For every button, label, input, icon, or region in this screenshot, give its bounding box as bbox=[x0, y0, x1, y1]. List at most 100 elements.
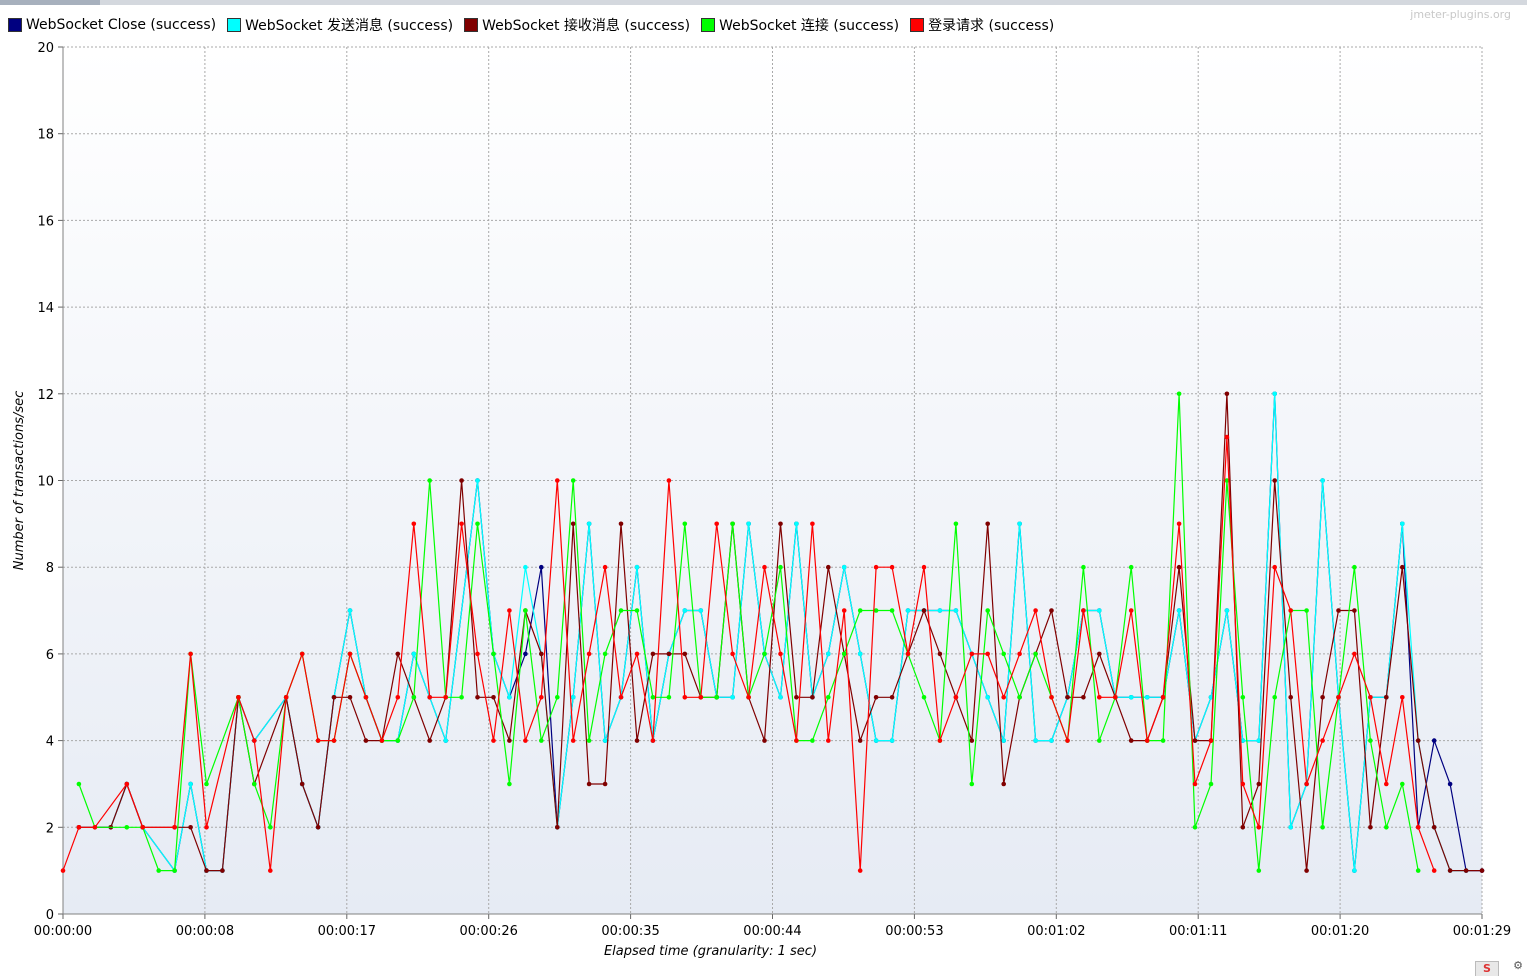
data-point bbox=[810, 521, 815, 527]
data-point bbox=[746, 521, 751, 527]
data-point bbox=[969, 651, 975, 657]
y-axis-title: Number of transactions/sec bbox=[12, 391, 27, 571]
data-point bbox=[1081, 695, 1086, 700]
data-point bbox=[252, 738, 257, 743]
data-point bbox=[602, 651, 608, 657]
data-point bbox=[650, 738, 656, 743]
data-point bbox=[1128, 564, 1134, 570]
data-point bbox=[347, 651, 353, 657]
data-point bbox=[921, 695, 927, 700]
data-point bbox=[299, 781, 305, 787]
data-point bbox=[953, 521, 959, 527]
data-point bbox=[985, 608, 990, 613]
data-point bbox=[1033, 738, 1038, 743]
data-point bbox=[650, 651, 656, 657]
data-point bbox=[347, 695, 353, 700]
y-tick-label: 4 bbox=[46, 735, 54, 750]
data-point bbox=[794, 695, 799, 700]
data-point bbox=[746, 695, 751, 700]
data-point bbox=[523, 608, 528, 613]
data-point bbox=[1001, 695, 1006, 700]
data-point bbox=[602, 781, 608, 787]
data-point bbox=[1240, 695, 1246, 700]
data-point bbox=[826, 651, 831, 657]
data-point bbox=[1288, 825, 1293, 830]
data-point bbox=[395, 738, 401, 743]
data-point bbox=[921, 564, 927, 570]
data-point bbox=[1384, 825, 1389, 830]
y-tick-label: 12 bbox=[37, 388, 54, 403]
data-point bbox=[1463, 868, 1469, 873]
data-point bbox=[1272, 564, 1277, 570]
s-logo-icon: S bbox=[1475, 961, 1499, 976]
data-point bbox=[411, 521, 417, 527]
data-point bbox=[1447, 781, 1453, 787]
data-point bbox=[841, 564, 847, 570]
y-tick-label: 14 bbox=[37, 301, 54, 316]
data-point bbox=[220, 868, 225, 873]
data-point bbox=[1017, 695, 1022, 700]
data-point bbox=[236, 695, 241, 700]
data-point bbox=[889, 564, 895, 570]
data-point bbox=[810, 738, 815, 743]
data-point bbox=[1097, 695, 1102, 700]
data-point bbox=[1192, 825, 1198, 830]
data-point bbox=[491, 651, 496, 657]
data-point bbox=[969, 738, 975, 743]
data-point bbox=[841, 651, 847, 657]
data-point bbox=[1017, 521, 1022, 527]
data-point bbox=[1144, 695, 1150, 700]
data-point bbox=[172, 825, 177, 830]
data-point bbox=[539, 564, 544, 570]
data-point bbox=[1272, 391, 1277, 397]
data-point bbox=[1144, 738, 1150, 743]
data-point bbox=[762, 564, 767, 570]
data-point bbox=[363, 738, 369, 743]
data-point bbox=[1479, 868, 1485, 873]
data-point bbox=[682, 608, 688, 613]
data-point bbox=[634, 738, 640, 743]
data-point bbox=[634, 564, 640, 570]
data-point bbox=[985, 651, 990, 657]
data-point bbox=[1304, 608, 1309, 613]
data-point bbox=[331, 738, 337, 743]
data-point bbox=[810, 695, 815, 700]
data-point bbox=[523, 738, 528, 743]
data-point bbox=[140, 825, 145, 830]
data-point bbox=[1272, 695, 1277, 700]
data-point bbox=[1320, 825, 1325, 830]
data-point bbox=[1160, 738, 1166, 743]
data-point bbox=[794, 738, 799, 743]
data-point bbox=[268, 825, 273, 830]
chart: 0 2 4 6 8 10 12 14 16 18 20 00:00:00 00:00:08 00:00:1… bbox=[12, 41, 1511, 959]
data-point bbox=[714, 695, 719, 700]
data-point bbox=[762, 738, 767, 743]
data-point bbox=[778, 564, 783, 570]
data-point bbox=[1128, 738, 1134, 743]
data-point bbox=[1033, 608, 1038, 613]
data-point bbox=[889, 608, 895, 613]
data-point bbox=[443, 738, 449, 743]
data-point bbox=[363, 695, 369, 700]
data-point bbox=[586, 738, 592, 743]
data-point bbox=[794, 521, 799, 527]
data-point bbox=[857, 868, 863, 873]
data-point bbox=[1081, 564, 1086, 570]
data-point bbox=[1256, 868, 1262, 873]
data-point bbox=[1256, 781, 1262, 787]
data-point bbox=[491, 695, 496, 700]
x-tick-label: 00:01:11 bbox=[1169, 924, 1227, 939]
data-point bbox=[937, 651, 943, 657]
data-point bbox=[188, 825, 193, 830]
x-tick-label: 00:01:02 bbox=[1027, 924, 1085, 939]
data-point bbox=[92, 825, 98, 830]
data-point bbox=[634, 608, 640, 613]
data-point bbox=[905, 651, 911, 657]
data-point bbox=[124, 825, 130, 830]
x-tick-label: 00:00:44 bbox=[743, 924, 801, 939]
data-point bbox=[1256, 825, 1262, 830]
y-tick-label: 10 bbox=[37, 475, 54, 490]
data-point bbox=[1368, 825, 1373, 830]
y-tick-label: 20 bbox=[37, 41, 54, 56]
data-point bbox=[586, 651, 592, 657]
